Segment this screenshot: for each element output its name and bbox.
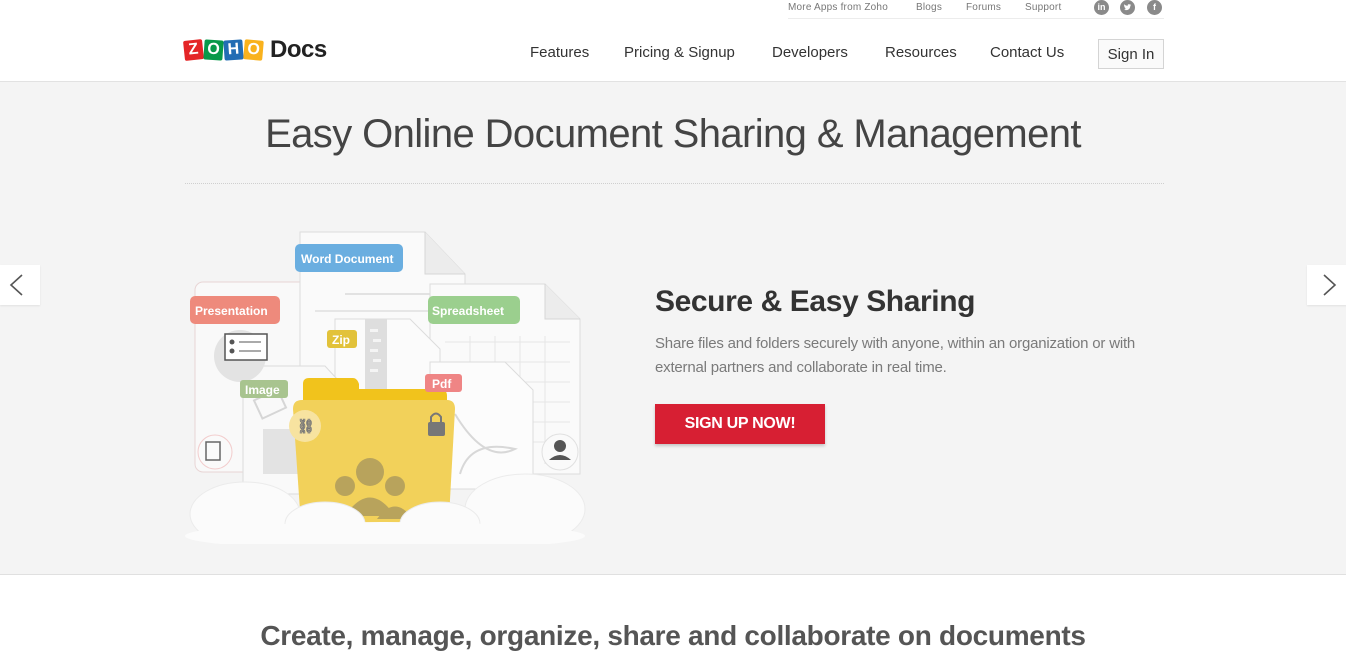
carousel-next-button[interactable] (1307, 265, 1346, 305)
logo-letter-h: H (223, 39, 244, 61)
svg-text:Zip: Zip (332, 333, 350, 347)
slide-description: Share files and folders securely with an… (655, 335, 1136, 376)
top-link-blogs[interactable]: Blogs (916, 2, 942, 13)
logo-letter-o: O (203, 39, 224, 61)
nav-developers[interactable]: Developers (772, 44, 848, 61)
logo-product-name: Docs (270, 36, 327, 63)
nav-resources[interactable]: Resources (885, 44, 957, 61)
site-header: More Apps from Zoho Blogs Forums Support… (0, 0, 1346, 82)
svg-text:Word Document: Word Document (301, 252, 393, 266)
tag-image: Image (240, 380, 288, 398)
tag-word-document: Word Document (295, 244, 403, 272)
logo-letter-o2: O (243, 39, 264, 61)
tag-presentation: Presentation (190, 296, 280, 324)
section-title: Create, manage, organize, share and coll… (260, 620, 1086, 651)
top-link-more-apps[interactable]: More Apps from Zoho (788, 2, 888, 13)
slide-title: Secure & Easy Sharing (655, 285, 976, 318)
top-link-support[interactable]: Support (1025, 2, 1061, 13)
svg-text:Spreadsheet: Spreadsheet (432, 304, 504, 318)
top-link-forums[interactable]: Forums (966, 2, 1001, 13)
sharing-illustration: ⛓ Word Document Presentation Spreadsheet (185, 224, 595, 554)
zoho-docs-logo[interactable]: Z O H O Docs (183, 36, 327, 64)
svg-text:Pdf: Pdf (432, 377, 452, 391)
facebook-icon[interactable]: f (1147, 0, 1162, 15)
hero-section: Easy Online Document Sharing & Managemen… (0, 82, 1346, 575)
linkedin-icon[interactable]: in (1094, 0, 1109, 15)
carousel-prev-button[interactable] (0, 265, 40, 305)
nav-contact-us[interactable]: Contact Us (990, 44, 1064, 61)
svg-text:Image: Image (245, 383, 280, 397)
sign-up-now-button[interactable]: SIGN UP NOW! (655, 404, 825, 444)
chevron-right-icon (1323, 274, 1337, 296)
chevron-left-icon (9, 274, 23, 296)
top-links-bar: More Apps from Zoho Blogs Forums Support… (788, 0, 1164, 19)
svg-text:⛓: ⛓ (297, 418, 315, 434)
logo-letter-z: Z (183, 39, 204, 61)
tag-pdf: Pdf (425, 374, 462, 392)
nav-features[interactable]: Features (530, 44, 589, 61)
svg-text:Presentation: Presentation (195, 304, 268, 318)
hero-title: Easy Online Document Sharing & Managemen… (265, 112, 1081, 156)
twitter-icon[interactable] (1120, 0, 1135, 15)
tag-zip: Zip (327, 330, 357, 348)
sign-in-button[interactable]: Sign In (1098, 39, 1164, 69)
tag-spreadsheet: Spreadsheet (428, 296, 520, 324)
hero-divider (185, 183, 1164, 184)
nav-pricing-signup[interactable]: Pricing & Signup (624, 44, 735, 61)
